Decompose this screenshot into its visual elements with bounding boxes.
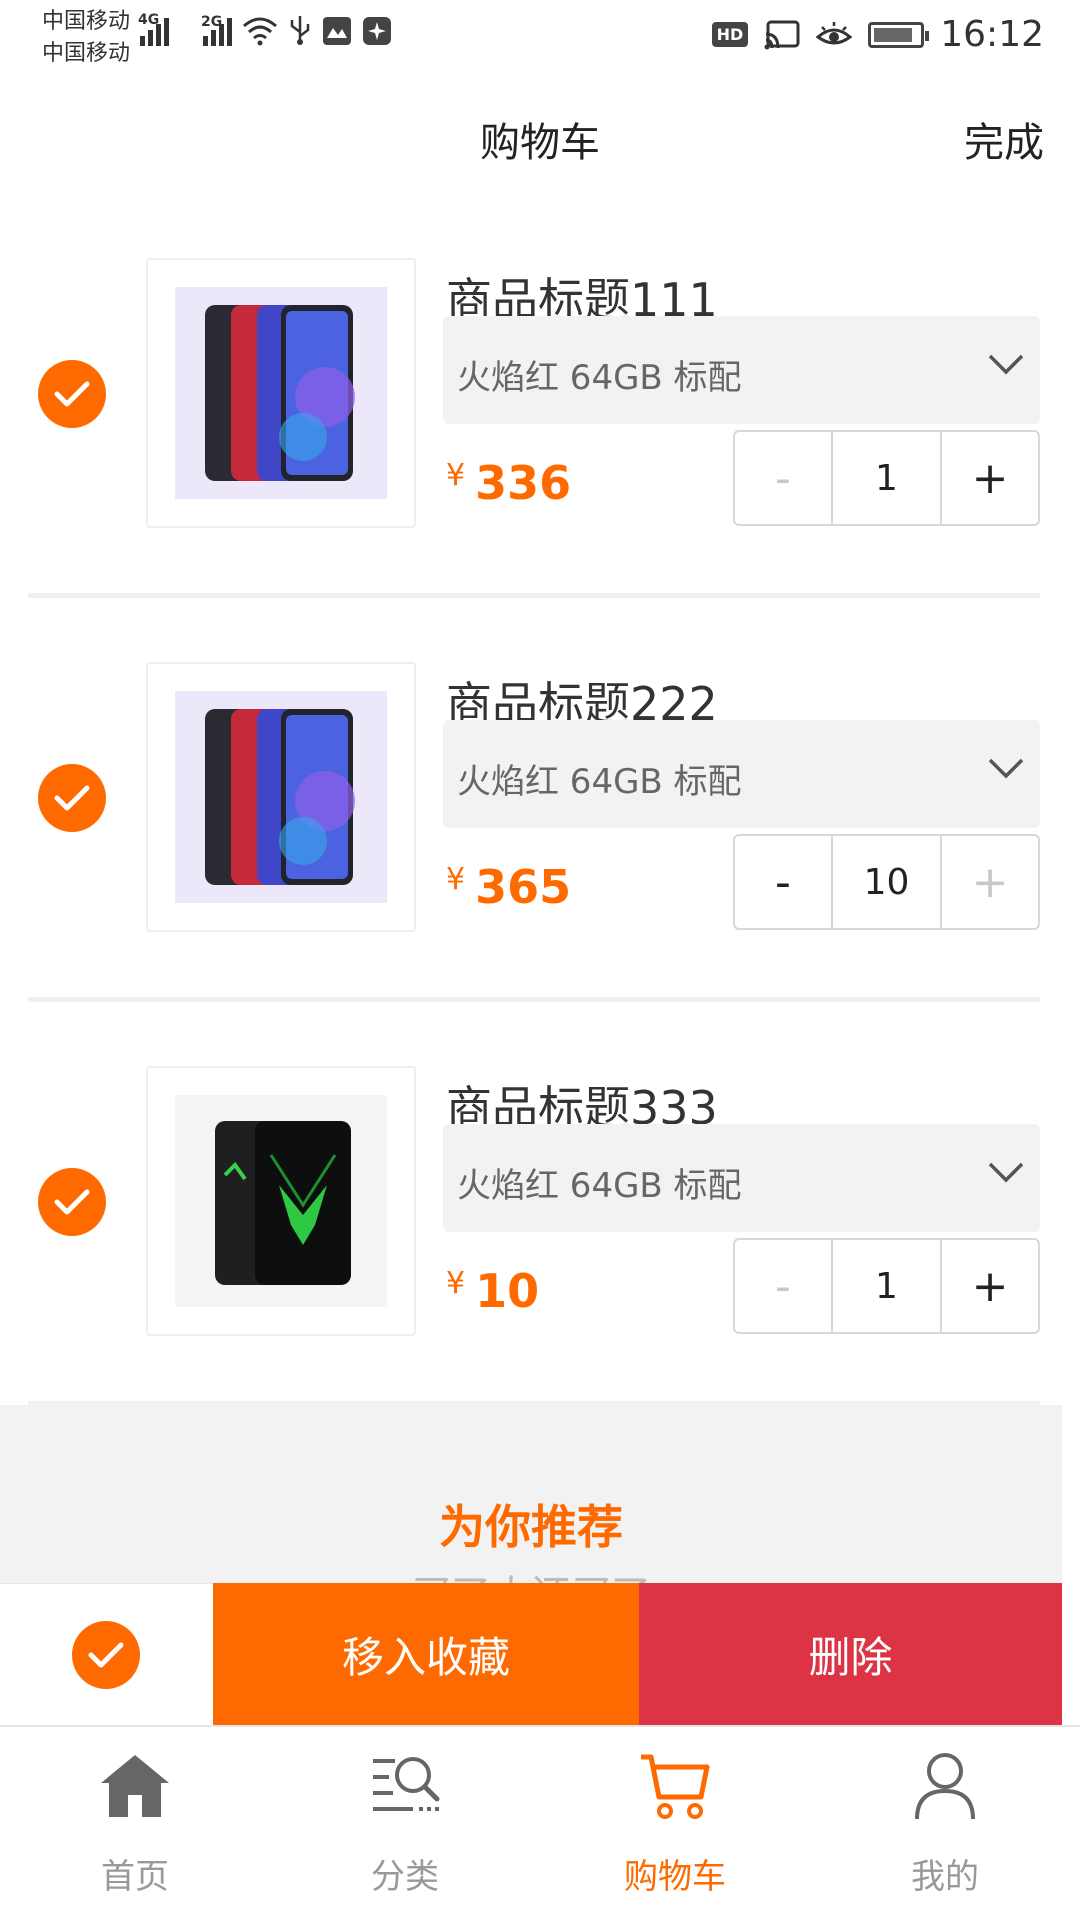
item-checkbox[interactable] <box>38 1168 106 1236</box>
tab-cart[interactable]: 购物车 <box>540 1727 810 1922</box>
chevron-down-icon <box>988 354 1024 375</box>
product-image[interactable] <box>146 258 416 528</box>
carrier-2: 中国移动 <box>42 41 131 66</box>
chevron-down-icon <box>988 1162 1024 1183</box>
checkmark-icon <box>54 1189 90 1215</box>
currency-symbol: ¥ <box>446 1266 466 1301</box>
spec-text: 火焰红 64GB 标配 <box>457 762 742 802</box>
eye-comfort-icon <box>816 21 853 44</box>
app-notification-icon <box>363 17 391 45</box>
increase-button[interactable]: + <box>942 432 1038 524</box>
carrier-info: 中国移动 中国移动 <box>42 6 130 70</box>
cart-item: 商品标题333 火焰红 64GB 标配 ¥10 - 1 + <box>28 1026 1040 1406</box>
signal-4g-icon: 4G <box>138 12 169 46</box>
recommend-title: 为你推荐 <box>439 1500 623 1554</box>
battery-icon <box>868 21 930 48</box>
net-type-1: 4G <box>138 12 160 28</box>
signal-2g-icon: 2G <box>201 14 232 46</box>
product-price: ¥336 <box>446 456 571 510</box>
usb-icon <box>290 16 310 45</box>
nav-header: 购物车 完成 <box>0 80 1080 200</box>
price-value: 10 <box>475 1264 540 1318</box>
spec-selector[interactable]: 火焰红 64GB 标配 <box>443 720 1040 828</box>
product-image[interactable] <box>146 1066 416 1336</box>
quantity-stepper: - 10 + <box>733 834 1040 930</box>
decrease-button[interactable]: - <box>735 1240 831 1332</box>
decrease-button[interactable]: - <box>735 836 831 928</box>
user-icon <box>915 1753 975 1820</box>
spec-text: 火焰红 64GB 标配 <box>457 1166 742 1206</box>
cart-action-bar: 移入收藏 删除 <box>0 1583 1062 1725</box>
item-checkbox[interactable] <box>38 360 106 428</box>
net-type-2: 2G <box>201 14 223 30</box>
quantity-stepper: - 1 + <box>733 430 1040 526</box>
product-image[interactable] <box>146 662 416 932</box>
quantity-value[interactable]: 1 <box>831 432 942 524</box>
tab-category[interactable]: 分类 <box>270 1727 540 1922</box>
tab-home[interactable]: 首页 <box>0 1727 270 1922</box>
cast-icon <box>764 20 800 49</box>
spec-text: 火焰红 64GB 标配 <box>457 358 742 398</box>
cart-item: 商品标题111 火焰红 64GB 标配 ¥336 - 1 + <box>28 218 1040 598</box>
item-checkbox[interactable] <box>38 764 106 832</box>
category-search-icon <box>373 1757 440 1811</box>
checkmark-icon <box>54 381 90 407</box>
select-all-area <box>0 1583 213 1725</box>
currency-symbol: ¥ <box>446 862 466 897</box>
quantity-stepper: - 1 + <box>733 1238 1040 1334</box>
quantity-value[interactable]: 1 <box>831 1240 942 1332</box>
bottom-tab-bar: 首页 分类 购物车 我的 <box>0 1725 1080 1922</box>
currency-symbol: ¥ <box>446 458 466 493</box>
select-all-checkbox[interactable] <box>72 1621 140 1689</box>
tab-label: 购物车 <box>624 1857 726 1897</box>
item-divider <box>28 997 1040 1002</box>
spec-selector[interactable]: 火焰红 64GB 标配 <box>443 1124 1040 1232</box>
tab-label: 分类 <box>371 1857 439 1897</box>
status-right: HD 16:12 <box>711 14 1044 55</box>
spec-selector[interactable]: 火焰红 64GB 标配 <box>443 316 1040 424</box>
product-price: ¥365 <box>446 860 571 914</box>
increase-button[interactable]: + <box>942 836 1038 928</box>
price-value: 365 <box>475 860 572 914</box>
wifi-icon <box>243 17 277 46</box>
price-value: 336 <box>475 456 572 510</box>
increase-button[interactable]: + <box>942 1240 1038 1332</box>
product-photo <box>175 1095 387 1307</box>
cart-icon <box>641 1754 710 1819</box>
product-photo <box>175 287 387 499</box>
chevron-down-icon <box>988 758 1024 779</box>
hd-badge: HD <box>711 22 749 47</box>
delete-button[interactable]: 删除 <box>639 1583 1062 1725</box>
product-photo <box>175 691 387 903</box>
product-price: ¥10 <box>446 1264 539 1318</box>
checkmark-icon <box>88 1642 124 1668</box>
carrier-1: 中国移动 <box>42 9 131 34</box>
recommend-subtitle: 买了大还买了 <box>0 1563 1062 1585</box>
page-title: 购物车 <box>480 120 600 166</box>
recommend-section: 为你推荐 买了大还买了 <box>0 1405 1062 1585</box>
gallery-icon <box>323 17 351 45</box>
signal-indicators: 4G 2G <box>138 12 392 46</box>
move-to-favorites-button[interactable]: 移入收藏 <box>213 1583 639 1725</box>
quantity-value[interactable]: 10 <box>831 836 942 928</box>
clock: 16:12 <box>940 14 1044 55</box>
tab-mine[interactable]: 我的 <box>810 1727 1080 1922</box>
cart-item: 商品标题222 火焰红 64GB 标配 ¥365 - 10 + <box>28 622 1040 1002</box>
home-icon <box>101 1755 169 1817</box>
tab-label: 我的 <box>911 1857 979 1897</box>
decrease-button[interactable]: - <box>735 432 831 524</box>
done-button[interactable]: 完成 <box>964 110 1044 168</box>
tab-label: 首页 <box>101 1857 169 1897</box>
item-divider <box>28 593 1040 598</box>
checkmark-icon <box>54 785 90 811</box>
status-bar: 中国移动 中国移动 4G 2G HD 16:12 <box>0 0 1080 80</box>
